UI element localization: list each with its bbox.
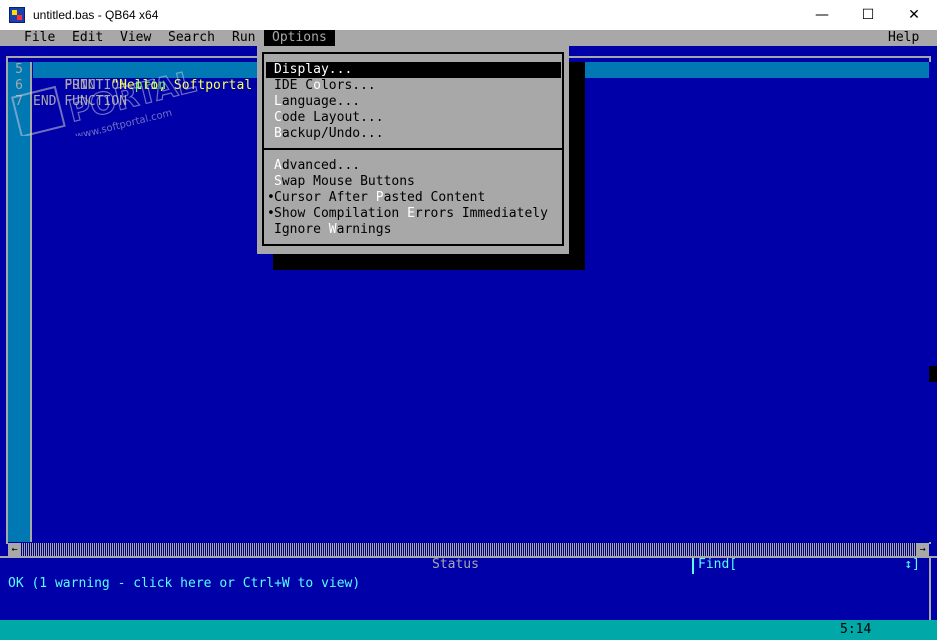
scroll-left-arrow-icon[interactable]: ← [8, 543, 21, 556]
menu-item-backup-undo[interactable]: Backup/Undo... [266, 126, 561, 142]
scroll-right-arrow-icon[interactable]: → [916, 543, 929, 556]
menu-item-swap-mouse-buttons[interactable]: Swap Mouse Buttons [266, 174, 561, 190]
menu-item-advanced[interactable]: Advanced... [266, 158, 561, 174]
menu-search[interactable]: Search [160, 30, 223, 46]
menu-item-language[interactable]: Language... [266, 94, 561, 110]
line-number: 6 [15, 78, 23, 93]
cursor-position: 5:14 [840, 622, 872, 637]
menu-item-ignore-warnings[interactable]: Ignore Warnings [266, 222, 561, 238]
line-number-gutter: 5 6 7 [8, 62, 30, 542]
code-line[interactable]: PRINT "Hello, Softportal [33, 78, 252, 94]
status-message[interactable]: OK (1 warning - click here or Ctrl+W to … [8, 576, 360, 592]
vertical-scroll-thumb[interactable] [929, 366, 937, 382]
find-arrows-icon[interactable]: ↕] [904, 558, 920, 572]
menu-run[interactable]: Run [224, 30, 263, 46]
status-title: Status [426, 558, 485, 574]
code-keyword: PRINT [64, 78, 104, 93]
find-field[interactable]: Find[ ↕] [692, 558, 924, 574]
options-menu-frame: Display... IDE Colors... Language... Cod… [262, 52, 564, 246]
check-dot-icon: • [267, 190, 275, 205]
menu-bar: File Edit View Search Run Options Help [0, 30, 937, 46]
line-number: 5 [15, 62, 23, 77]
status-panel: Status Find[ ↕] OK (1 warning - click he… [0, 556, 937, 622]
check-dot-icon: • [267, 206, 275, 221]
menu-item-display[interactable]: Display... [266, 62, 561, 78]
bottom-status-bar: 5:14 [0, 620, 937, 640]
window-title: untitled.bas - QB64 x64 [33, 8, 159, 22]
menu-item-code-layout[interactable]: Code Layout... [266, 110, 561, 126]
menu-help[interactable]: Help [880, 30, 927, 46]
menu-item-ide-colors[interactable]: IDE Colors... [266, 78, 561, 94]
menu-item-show-compilation-errors[interactable]: • Show Compilation Errors Immediately [266, 206, 561, 222]
minimize-button[interactable]: — [799, 0, 845, 30]
menu-file[interactable]: File [16, 30, 63, 46]
gutter-separator [30, 62, 32, 542]
options-menu: Display... IDE Colors... Language... Cod… [257, 46, 569, 254]
window-controls: — ☐ ✕ [799, 0, 937, 30]
window-titlebar: untitled.bas - QB64 x64 — ☐ ✕ [0, 0, 937, 30]
menu-item-cursor-after-pasted[interactable]: • Cursor After Pasted Content [266, 190, 561, 206]
code-string: "Hello, Softportal [111, 78, 253, 93]
close-button[interactable]: ✕ [891, 0, 937, 30]
vertical-scrollbar[interactable] [929, 62, 937, 542]
line-number: 7 [15, 94, 23, 109]
menu-view[interactable]: View [112, 30, 159, 46]
find-label: Find[ [698, 557, 738, 572]
maximize-button[interactable]: ☐ [845, 0, 891, 30]
code-line[interactable]: END FUNCTION [33, 94, 127, 110]
code-keyword: END FUNCTION [33, 94, 127, 109]
status-border [929, 558, 931, 622]
menu-separator [264, 148, 562, 150]
menu-edit[interactable]: Edit [64, 30, 111, 46]
horizontal-scrollbar[interactable]: ← → [8, 543, 929, 556]
menu-options[interactable]: Options [264, 30, 335, 46]
qb64-app-icon [9, 7, 25, 23]
